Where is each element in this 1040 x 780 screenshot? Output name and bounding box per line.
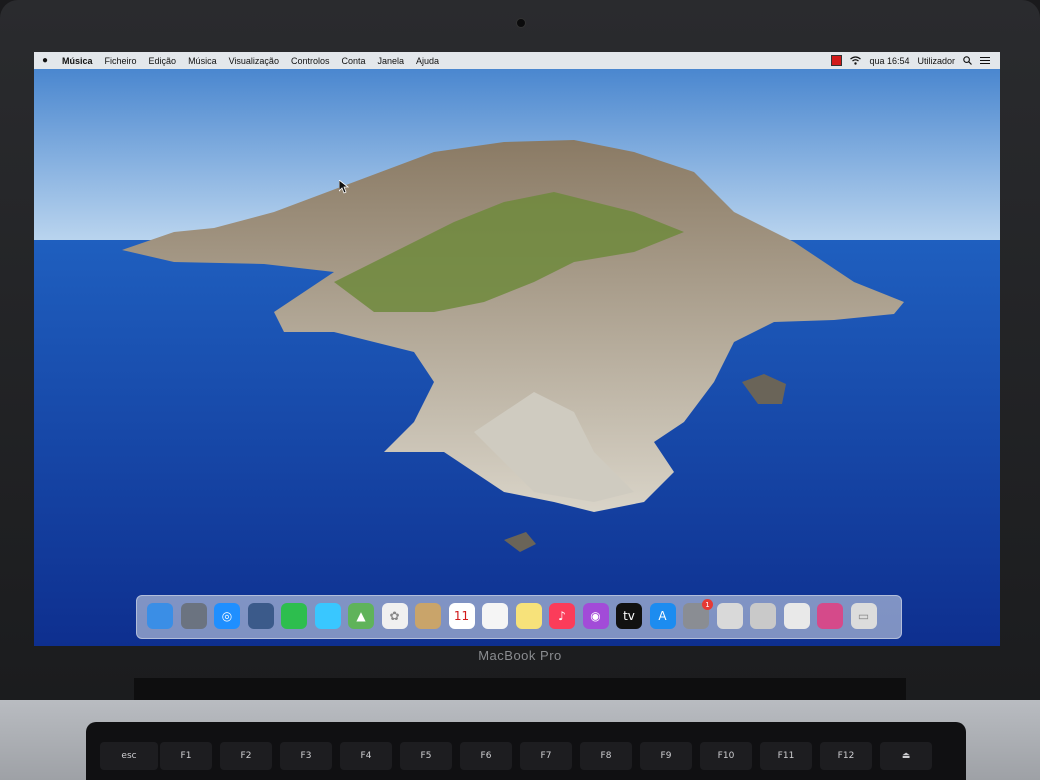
user-menu[interactable]: Utilizador <box>917 56 955 66</box>
search-icon[interactable] <box>963 56 972 65</box>
maps-icon[interactable]: ▲ <box>348 603 374 629</box>
key-f1[interactable]: F1 <box>160 742 212 770</box>
app-store-icon[interactable]: A <box>649 603 676 629</box>
flag-icon[interactable] <box>831 55 843 66</box>
key-esc[interactable]: esc <box>100 742 158 770</box>
dock: ◎ ▲ ✿ 11 ♪ ◉ tv A 1 ▭ <box>136 595 902 639</box>
safari-icon[interactable]: ◎ <box>214 603 240 629</box>
photo-booth-icon[interactable] <box>247 603 274 629</box>
apple-icon[interactable]: ● <box>34 55 56 66</box>
status-area: qua 16:54 Utilizador <box>831 55 1000 66</box>
brand-label: MacBook Pro <box>478 648 562 663</box>
screen: ● Música Ficheiro Edição Música Visualiz… <box>34 52 1000 646</box>
key-f12[interactable]: F12 <box>820 742 872 770</box>
menu-help[interactable]: Ajuda <box>410 56 445 66</box>
calendar-icon[interactable]: 11 <box>448 603 475 629</box>
key-f2[interactable]: F2 <box>220 742 272 770</box>
key-f9[interactable]: F9 <box>640 742 692 770</box>
menu-music[interactable]: Música <box>182 56 223 66</box>
key-f10[interactable]: F10 <box>700 742 752 770</box>
script-editor-icon[interactable] <box>716 603 743 629</box>
music-icon[interactable]: ♪ <box>549 603 575 629</box>
menu-app-music[interactable]: Música <box>56 56 99 66</box>
menu-window[interactable]: Janela <box>372 56 411 66</box>
key-f4[interactable]: F4 <box>340 742 392 770</box>
key-f5[interactable]: F5 <box>400 742 452 770</box>
documents-icon[interactable] <box>783 603 810 629</box>
photos-icon[interactable]: ✿ <box>381 603 408 629</box>
menu-file[interactable]: Ficheiro <box>99 56 143 66</box>
key-eject[interactable]: ⏏ <box>880 742 932 770</box>
clock[interactable]: qua 16:54 <box>869 56 909 66</box>
menu-account[interactable]: Conta <box>335 56 371 66</box>
notification-badge: 1 <box>702 599 713 610</box>
contacts-icon[interactable] <box>415 603 441 629</box>
messages-icon[interactable] <box>314 603 341 629</box>
camera <box>516 18 526 28</box>
podcasts-icon[interactable]: ◉ <box>582 603 609 629</box>
key-f3[interactable]: F3 <box>280 742 332 770</box>
system-preferences-icon[interactable]: 1 <box>683 599 713 629</box>
key-f6[interactable]: F6 <box>460 742 512 770</box>
list-icon[interactable] <box>980 56 990 65</box>
tv-icon[interactable]: tv <box>616 603 642 629</box>
facetime-icon[interactable] <box>281 603 307 629</box>
utility-app-icon[interactable] <box>750 603 776 629</box>
screenshot-icon[interactable] <box>817 603 843 629</box>
mouse-cursor <box>339 180 349 194</box>
reminders-icon[interactable] <box>482 603 508 629</box>
wifi-icon[interactable] <box>850 56 862 65</box>
menu-view[interactable]: Visualização <box>223 56 285 66</box>
notes-icon[interactable] <box>515 603 542 629</box>
finder-icon[interactable] <box>147 603 173 629</box>
key-f11[interactable]: F11 <box>760 742 812 770</box>
menu-bar: ● Música Ficheiro Edição Música Visualiz… <box>34 52 1000 69</box>
launchpad-icon[interactable] <box>180 603 207 629</box>
menu-controls[interactable]: Controlos <box>285 56 336 66</box>
key-f7[interactable]: F7 <box>520 742 572 770</box>
desktop-wallpaper <box>34 52 1000 646</box>
menu-edit[interactable]: Edição <box>143 56 183 66</box>
trash-icon[interactable]: ▭ <box>850 603 877 629</box>
key-f8[interactable]: F8 <box>580 742 632 770</box>
